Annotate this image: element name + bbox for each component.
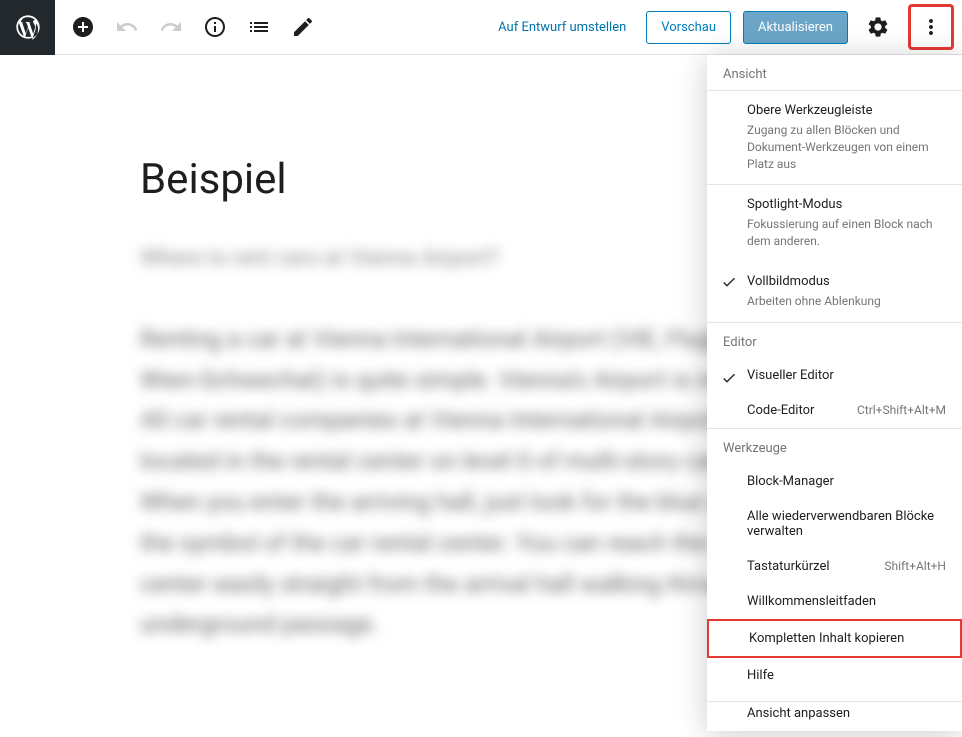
settings-button[interactable] [860, 9, 896, 45]
menu-label: Visueller Editor [747, 368, 834, 383]
menu-title: Obere Werkzeugleiste [747, 103, 946, 118]
more-menu-button[interactable] [913, 9, 949, 45]
preview-button[interactable]: Vorschau [646, 11, 731, 44]
menu-title: Vollbildmodus [747, 274, 946, 289]
menu-label: Hilfe [747, 668, 774, 683]
switch-draft-link[interactable]: Auf Entwurf umstellen [490, 20, 634, 35]
kebab-icon [919, 15, 943, 39]
toolbar-left [55, 9, 321, 45]
info-icon [203, 15, 227, 39]
menu-block-manager[interactable]: Block-Manager [707, 464, 962, 499]
section-editor: Editor [707, 322, 962, 358]
info-button[interactable] [197, 9, 233, 45]
menu-code-editor[interactable]: Code-Editor Ctrl+Shift+Alt+M [707, 393, 962, 428]
shortcut: Shift+Alt+H [884, 559, 946, 573]
menu-customize-view[interactable]: Ansicht anpassen [707, 701, 962, 731]
redo-button[interactable] [153, 9, 189, 45]
plus-circle-icon [71, 15, 95, 39]
menu-desc: Arbeiten ohne Ablenkung [747, 293, 946, 310]
check-icon [721, 274, 737, 294]
more-menu-highlight [908, 4, 954, 50]
menu-desc: Fokussierung auf einen Block nach dem an… [747, 216, 946, 250]
menu-title: Spotlight-Modus [747, 197, 946, 212]
shortcut: Ctrl+Shift+Alt+M [857, 403, 946, 417]
menu-label: Ansicht anpassen [747, 706, 850, 721]
menu-visual-editor[interactable]: Visueller Editor [707, 358, 962, 393]
section-tools: Werkzeuge [707, 428, 962, 464]
editor-toolbar: Auf Entwurf umstellen Vorschau Aktualisi… [0, 0, 962, 55]
menu-label: Kompletten Inhalt kopieren [749, 631, 904, 646]
outline-button[interactable] [241, 9, 277, 45]
menu-copy-all-content[interactable]: Kompletten Inhalt kopieren [707, 619, 962, 658]
section-view: Ansicht [707, 55, 962, 90]
menu-keyboard-shortcuts[interactable]: Tastaturkürzel Shift+Alt+H [707, 549, 962, 584]
undo-button[interactable] [109, 9, 145, 45]
redo-icon [159, 15, 183, 39]
undo-icon [115, 15, 139, 39]
pencil-icon [291, 15, 315, 39]
menu-spotlight[interactable]: Spotlight-Modus Fokussierung auf einen B… [707, 185, 962, 262]
update-button[interactable]: Aktualisieren [743, 11, 848, 44]
check-icon [721, 370, 737, 390]
menu-welcome-guide[interactable]: Willkommensleitfaden [707, 584, 962, 619]
menu-reusable-blocks[interactable]: Alle wiederverwendbaren Blöcke verwalten [707, 499, 962, 549]
add-block-button[interactable] [65, 9, 101, 45]
list-icon [247, 15, 271, 39]
edit-button[interactable] [285, 9, 321, 45]
menu-label: Alle wiederverwendbaren Blöcke verwalten [747, 509, 946, 539]
options-dropdown: Ansicht Obere Werkzeugleiste Zugang zu a… [707, 55, 962, 731]
menu-label: Block-Manager [747, 474, 834, 489]
wordpress-icon [14, 13, 42, 41]
wp-logo[interactable] [0, 0, 55, 55]
menu-label: Willkommensleitfaden [747, 594, 876, 609]
menu-fullscreen[interactable]: Vollbildmodus Arbeiten ohne Ablenkung [707, 262, 962, 322]
toolbar-right: Auf Entwurf umstellen Vorschau Aktualisi… [490, 4, 962, 50]
menu-top-toolbar[interactable]: Obere Werkzeugleiste Zugang zu allen Blö… [707, 91, 962, 184]
menu-help[interactable]: Hilfe [707, 658, 962, 693]
menu-label: Code-Editor [747, 403, 814, 418]
menu-desc: Zugang zu allen Blöcken und Dokument-Wer… [747, 122, 946, 172]
menu-label: Tastaturkürzel [747, 559, 830, 574]
gear-icon [866, 15, 890, 39]
